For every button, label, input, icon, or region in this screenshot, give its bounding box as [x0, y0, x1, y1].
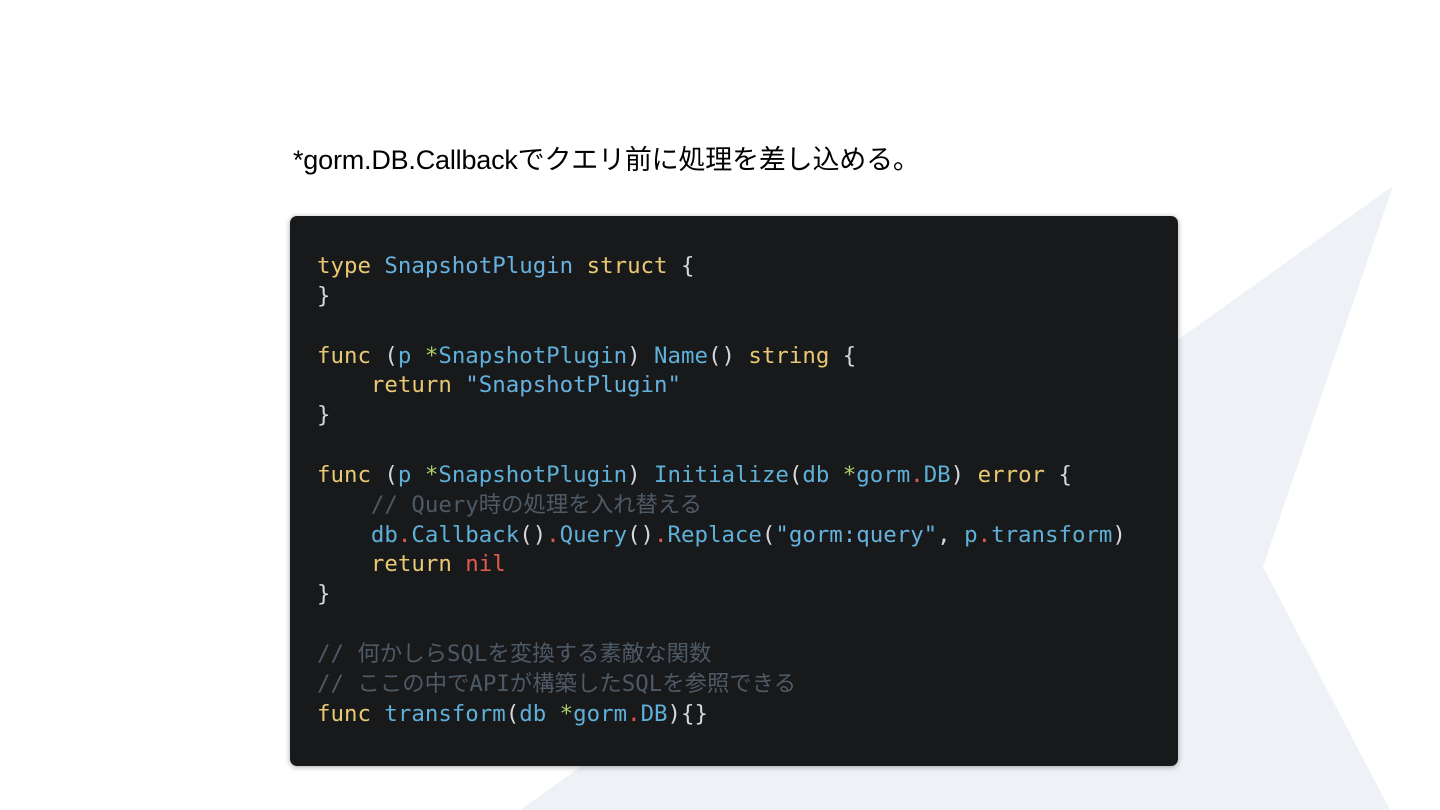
method-name: Initialize [654, 461, 789, 488]
paren-open: ( [384, 461, 398, 488]
type-name: DB [923, 461, 951, 488]
code-line-14: // 何かしらSQLを変換する素敵な関数 [317, 640, 1126, 670]
dot-operator: . [546, 521, 560, 548]
code-line-16: func transform(db *gorm.DB){} [317, 700, 1126, 730]
dot-operator: . [654, 521, 668, 548]
receiver-ref: p [964, 521, 978, 548]
keyword-func: func [317, 342, 371, 369]
code-comment: // ここの中でAPIが構築したSQLを参照できる [317, 670, 797, 697]
paren-close: ) [667, 700, 682, 727]
paren-close: ) [627, 461, 641, 488]
code-comment: // Query時の処理を入れ替える [370, 491, 702, 518]
type-name: SnapshotPlugin [384, 253, 574, 279]
code-line-1: type SnapshotPlugin struct { [317, 252, 1126, 282]
method-replace: Replace [667, 521, 762, 548]
param-name: db [519, 700, 547, 727]
code-line-12: } [317, 580, 1126, 610]
receiver-type: SnapshotPlugin [438, 461, 628, 488]
param-name: db [802, 461, 830, 488]
nil-literal: nil [465, 551, 506, 578]
field-name: transform [991, 521, 1113, 548]
method-query: Query [559, 521, 628, 548]
paren-open: ( [788, 461, 803, 488]
call-parens: () [627, 521, 655, 548]
dot-operator: . [910, 461, 924, 488]
return-type: error [977, 461, 1046, 488]
method-parens: () [707, 342, 735, 369]
brace-close: } [317, 402, 331, 429]
code-line-10: db.Callback().Query().Replace("gorm:quer… [317, 521, 1126, 551]
slide-heading: *gorm.DB.Callbackでクエリ前に処理を差し込める。 [293, 145, 920, 175]
keyword-func: func [317, 700, 371, 727]
paren-open: ( [761, 521, 776, 548]
paren-open: ( [505, 700, 520, 727]
receiver-name: p [397, 342, 412, 369]
keyword-type: type [317, 253, 371, 279]
code-text: type SnapshotPlugin struct {} func (p *S… [317, 252, 1126, 730]
paren-close: ) [950, 461, 965, 488]
code-line-4: func (p *SnapshotPlugin) Name() string { [317, 342, 1126, 372]
code-comment: // 何かしらSQLを変換する素敵な関数 [317, 640, 712, 667]
paren-open: ( [384, 342, 398, 369]
code-line-9: // Query時の処理を入れ替える [317, 491, 1126, 521]
dot-operator: . [977, 521, 992, 548]
receiver-type: SnapshotPlugin [438, 342, 628, 369]
comma: , [937, 521, 951, 548]
brace-close: } [317, 282, 331, 309]
string-literal: "gorm:query" [775, 521, 938, 548]
string-literal: "SnapshotPlugin" [465, 372, 681, 399]
brace-open: { [842, 342, 857, 369]
keyword-return: return [370, 551, 452, 578]
keyword-return: return [370, 372, 452, 399]
brace-open: { [681, 253, 695, 279]
brace-open: { [1058, 461, 1072, 488]
object-name: db [370, 521, 398, 548]
pointer-star: * [424, 461, 439, 488]
brace-close: } [317, 581, 331, 608]
code-line-8: func (p *SnapshotPlugin) Initialize(db *… [317, 461, 1126, 491]
pointer-star: * [424, 342, 439, 369]
method-name: Name [654, 342, 708, 369]
keyword-struct: struct [586, 253, 668, 279]
method-callback: Callback [411, 521, 520, 548]
pointer-star: * [559, 700, 574, 727]
dot-operator: . [397, 521, 412, 548]
code-line-15: // ここの中でAPIが構築したSQLを参照できる [317, 670, 1126, 700]
code-block: type SnapshotPlugin struct {} func (p *S… [290, 216, 1178, 766]
code-line-5: return "SnapshotPlugin" [317, 371, 1126, 401]
dot-operator: . [627, 700, 641, 727]
paren-close: ) [627, 342, 641, 369]
function-name: transform [384, 700, 506, 727]
return-type: string [748, 342, 830, 369]
package-name: gorm [573, 700, 628, 727]
receiver-name: p [397, 461, 412, 488]
code-line-2: } [317, 282, 1126, 312]
package-name: gorm [856, 461, 911, 488]
empty-body: {} [681, 700, 708, 727]
paren-close: ) [1112, 521, 1126, 548]
keyword-func: func [317, 461, 371, 488]
type-name: DB [640, 700, 668, 727]
code-line-11: return nil [317, 550, 1126, 580]
code-line-6: } [317, 401, 1126, 431]
call-parens: () [519, 521, 547, 548]
pointer-star: * [842, 461, 857, 488]
